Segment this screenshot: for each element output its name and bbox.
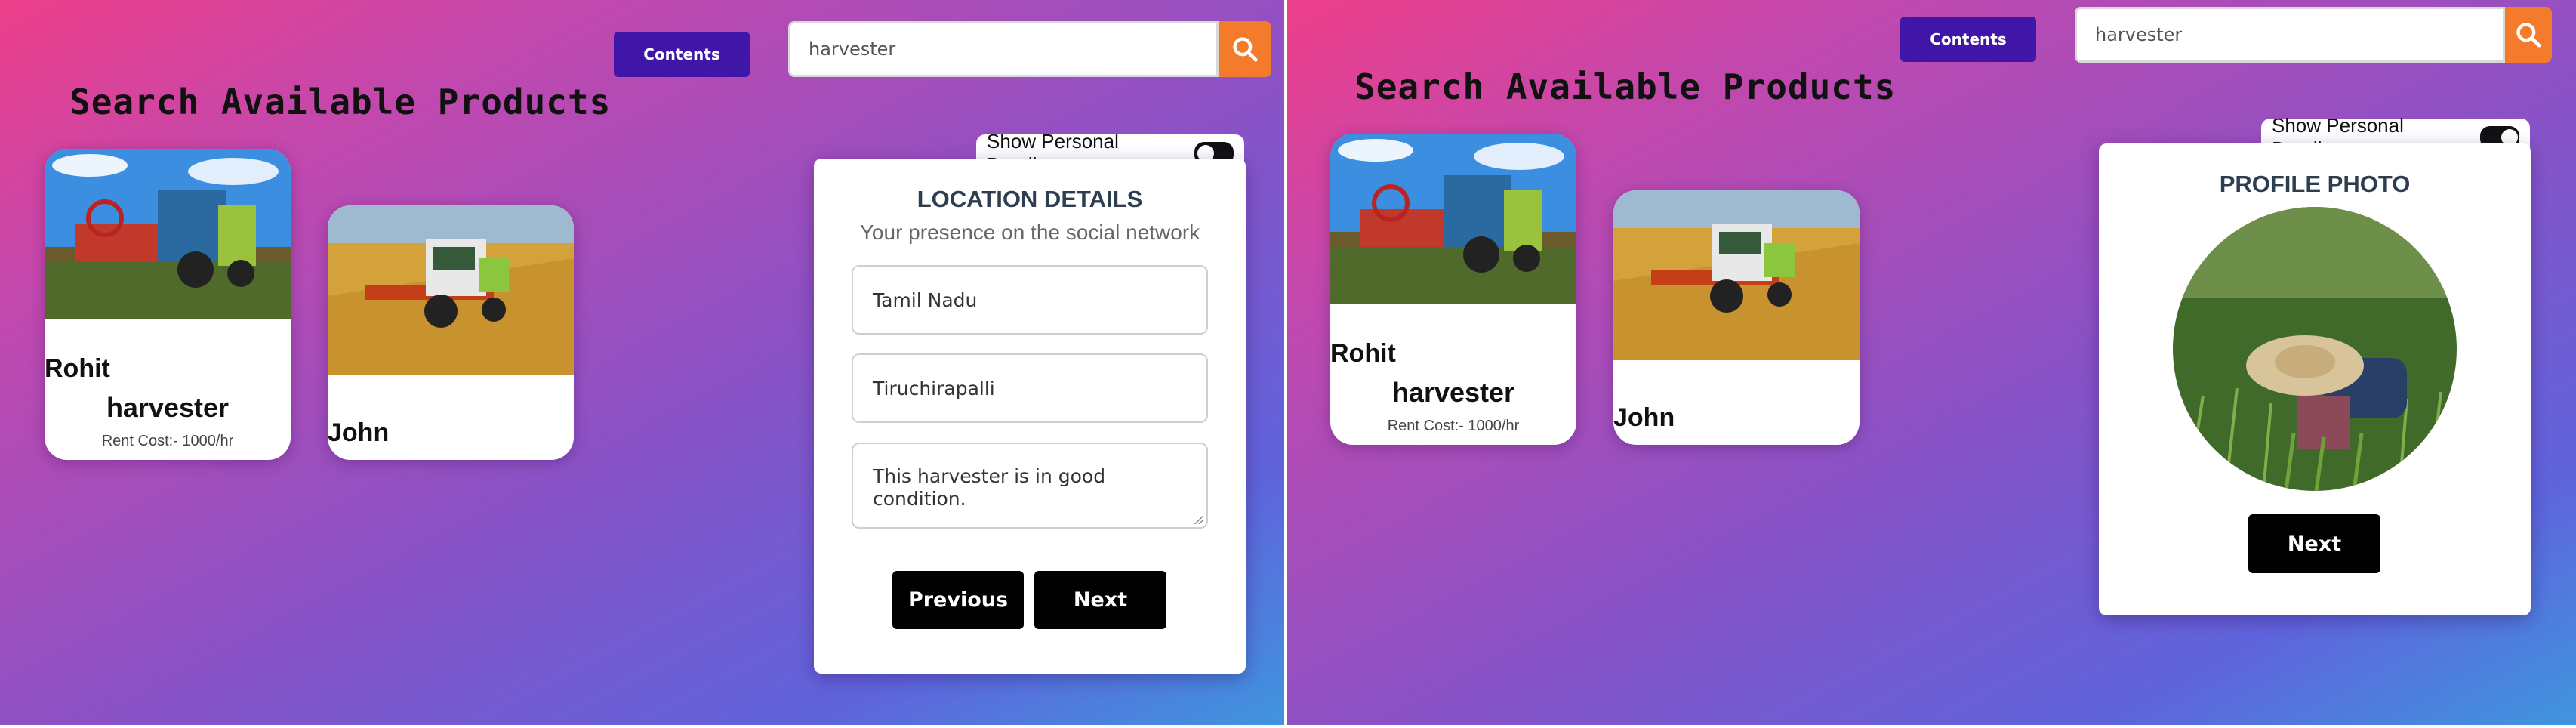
rent-cost: Rent Cost:- 1000/hr [101,433,234,449]
description-textarea[interactable]: This harvester is in good condition. [852,443,1208,529]
city-field[interactable]: Tiruchirapalli [852,353,1208,423]
harvester-photo [45,149,291,319]
search-bar: harvester [788,21,1271,80]
product-card-rohit[interactable]: Rohit harvester Rent Cost:- 1000/hr [45,149,291,460]
rent-cost: Rent Cost:- 1000/hr [1387,418,1520,434]
resize-handle-icon[interactable] [1194,515,1203,524]
product-name: harvester [106,392,230,423]
harvester-photo [328,205,574,375]
product-owner: John [328,418,390,447]
page-title: Search Available Products [1354,66,1897,107]
form-title: PROFILE PHOTO [2219,171,2411,197]
profile-photo-form: PROFILE PHOTO Next [2099,143,2531,615]
product-name: harvester [1391,377,1515,408]
search-icon [1233,37,1258,62]
contents-button[interactable]: Contents [614,32,750,77]
location-details-form: LOCATION DETAILS Your presence on the so… [814,159,1246,674]
description-text: This harvester is in good condition. [873,465,1106,510]
screen-profile-photo: Contents harvester Search Available Prod… [1287,0,2576,725]
profile-photo-image[interactable] [2173,207,2457,491]
harvester-photo [1330,134,1576,304]
product-owner: Rohit [45,354,110,383]
product-card-rohit[interactable]: Rohit harvester Rent Cost:- 1000/hr [1330,134,1576,445]
screen-location-details: Contents harvester Search Available Prod… [0,0,1284,725]
search-input[interactable]: harvester [2075,7,2505,63]
next-button[interactable]: Next [2248,514,2380,573]
state-field[interactable]: Tamil Nadu [852,265,1208,335]
product-owner: John [1613,403,1675,432]
search-button[interactable] [2505,7,2552,63]
search-icon [2516,23,2541,48]
product-owner: Rohit [1330,339,1396,368]
product-card-john[interactable]: John [1613,190,1860,445]
harvester-photo [1613,190,1860,360]
form-subtitle: Your presence on the social network [859,221,1200,244]
product-card-john[interactable]: John [328,205,574,460]
contents-button[interactable]: Contents [1900,17,2036,62]
search-input[interactable]: harvester [788,21,1219,77]
page-title: Search Available Products [69,82,612,122]
previous-button[interactable]: Previous [892,571,1024,629]
farmer-photo [2173,207,2457,491]
form-title: LOCATION DETAILS [917,186,1143,212]
search-button[interactable] [1219,21,1271,77]
next-button[interactable]: Next [1034,571,1166,629]
search-bar: harvester [2075,7,2552,66]
